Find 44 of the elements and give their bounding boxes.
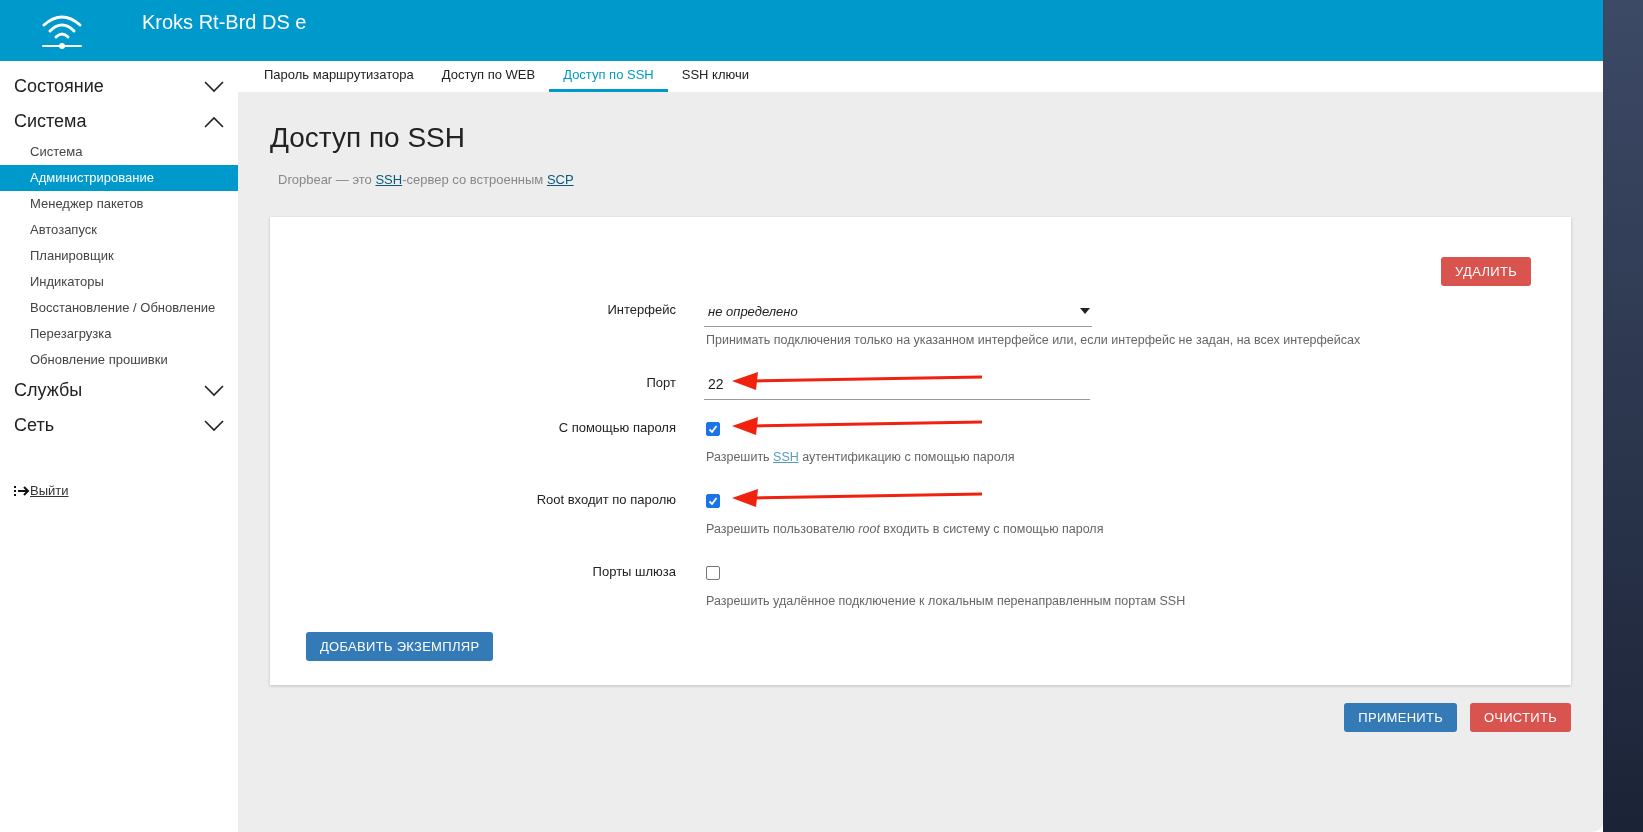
action-button[interactable]: ОЧИСТИТЬ [1470, 703, 1571, 732]
sidebar-section-header[interactable]: Состояние [0, 69, 238, 104]
action-button[interactable]: ПРИМЕНИТЬ [1344, 703, 1458, 732]
field-label: С помощью пароля [557, 419, 677, 437]
delete-button[interactable]: УДАЛИТЬ [1441, 257, 1531, 286]
sidebar-section-header[interactable]: Сеть [0, 408, 238, 443]
sidebar-item[interactable]: Система [0, 139, 238, 165]
sidebar-item[interactable]: Планировщик [0, 243, 238, 269]
add-instance-button[interactable]: ДОБАВИТЬ ЭКЗЕМПЛЯР [306, 632, 494, 661]
field-label: Порты шлюза [591, 563, 677, 581]
chevron-icon [204, 115, 224, 128]
tab[interactable]: Доступ по WEB [427, 61, 550, 92]
chevron-icon [204, 419, 224, 432]
tab[interactable]: Пароль маршрутизатора [250, 61, 428, 92]
page-title: Доступ по SSH [270, 122, 466, 154]
interface-dropdown[interactable]: не определено [704, 296, 1092, 327]
link[interactable]: SCP [546, 172, 574, 187]
sidebar-item[interactable]: Менеджер пакетов [0, 191, 238, 217]
chevron-icon [204, 80, 224, 93]
field-label: Root входит по паролю [535, 491, 677, 509]
sidebar-section-header[interactable]: Система [0, 104, 238, 139]
logout-link[interactable]: Выйти [30, 483, 69, 498]
checkbox[interactable] [706, 422, 720, 436]
sidebar-item[interactable]: Перезагрузка [0, 321, 238, 347]
sidebar-item[interactable]: Восстановление / Обновление [0, 295, 238, 321]
checkbox[interactable] [706, 566, 720, 580]
field-label: Интерфейс [606, 301, 677, 319]
sidebar-item[interactable]: Автозапуск [0, 217, 238, 243]
logout-icon [14, 483, 30, 498]
sidebar-item[interactable]: Обновление прошивки [0, 347, 238, 373]
help-text: Разрешить SSH аутентификацию с помощью пароля [706, 450, 1016, 464]
page-description: Dropbear — это SSH-сервер со встроенным SCP [278, 172, 575, 187]
device-title: Kroks Rt-Brd DS e [142, 11, 307, 34]
help-text: Разрешить пользователю root входить в систему с помощью пароля [706, 522, 1105, 536]
help-text: Разрешить удалённое подключение к локальным перенаправленным портам SSH [706, 594, 1187, 608]
field-label: Порт [645, 374, 677, 392]
dropdown-caret-icon [1080, 308, 1090, 314]
chevron-icon [204, 384, 224, 397]
sidebar-item[interactable]: Индикаторы [0, 269, 238, 295]
sidebar-section-header[interactable]: Службы [0, 373, 238, 408]
checkbox[interactable] [706, 494, 720, 508]
link[interactable]: SSH [375, 172, 403, 187]
tab[interactable]: SSH ключи [667, 61, 763, 92]
help-text: Принимать подключения только на указанном интерфейсе или, если интерфейс не задан, на всех интерфейсах [706, 333, 1362, 347]
